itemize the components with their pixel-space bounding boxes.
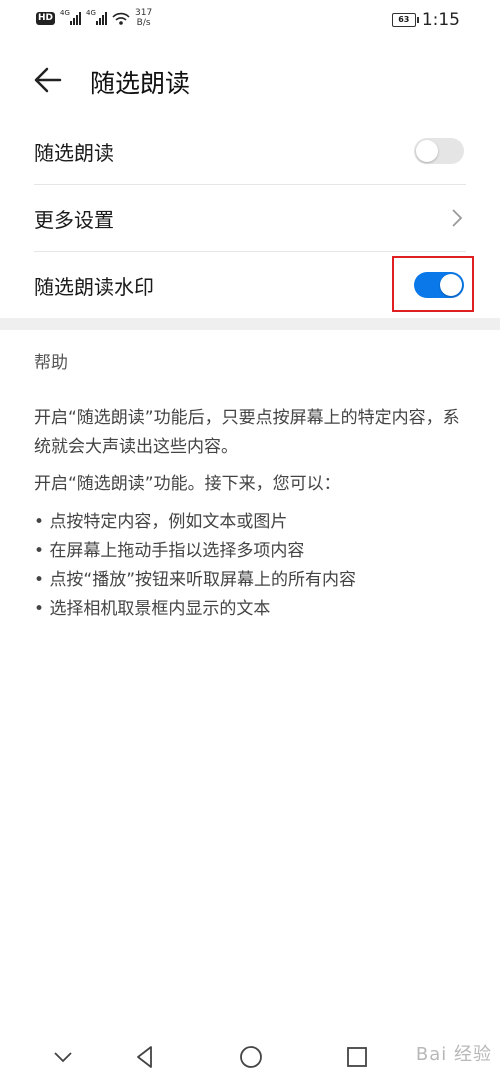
title-bar: 随选朗读 <box>0 50 500 110</box>
nav-back-icon[interactable] <box>130 1042 160 1072</box>
back-arrow-icon[interactable] <box>28 60 68 100</box>
net-speed-value: 317 <box>135 8 153 18</box>
signal-tag: 4G <box>60 9 70 17</box>
highlight-box <box>392 256 474 312</box>
hd-badge: HD <box>36 11 56 25</box>
section-gap <box>0 318 500 330</box>
setting-row-select-to-speak[interactable]: 随选朗读 <box>0 118 500 184</box>
status-bar: HD 4G 4G 317 B/s 63 1:15 <box>0 0 500 44</box>
list-item: 在屏幕上拖动手指以选择多项内容 <box>34 537 474 566</box>
setting-row-more-settings[interactable]: 更多设置 <box>0 185 500 251</box>
list-item: 点按特定内容，例如文本或图片 <box>34 508 474 537</box>
net-speed: 317 B/s <box>135 8 152 28</box>
clock: 1:15 <box>421 10 460 30</box>
setting-label: 随选朗读水印 <box>34 275 154 299</box>
list-item: 点按“播放”按钮来听取屏幕上的所有内容 <box>34 566 474 595</box>
help-paragraph: 开启“随选朗读”功能。接下来，您可以： <box>34 474 341 494</box>
battery-icon: 63 <box>391 13 419 27</box>
setting-label: 随选朗读 <box>34 141 114 165</box>
help-paragraph: 开启“随选朗读”功能后，只要点按屏幕上的特定内容，系统就会大声读出这些内容。 <box>34 408 460 457</box>
help-title: 帮助 <box>34 353 68 373</box>
signal-icon: 4G <box>60 9 82 25</box>
status-right: 63 1:15 <box>391 10 460 30</box>
signal-tag: 4G <box>86 9 96 17</box>
hide-keyboard-icon[interactable] <box>48 1042 78 1072</box>
watermark-text: Bai 经验 <box>415 1044 492 1065</box>
nav-recent-icon[interactable] <box>342 1042 372 1072</box>
page-title: 随选朗读 <box>90 69 191 98</box>
wifi-icon <box>112 12 130 25</box>
chevron-right-icon <box>452 209 463 227</box>
select-to-speak-toggle[interactable] <box>414 138 464 164</box>
help-bullets: 点按特定内容，例如文本或图片 在屏幕上拖动手指以选择多项内容 点按“播放”按钮来… <box>34 508 474 624</box>
list-item: 选择相机取景框内显示的文本 <box>34 595 474 624</box>
status-left: HD 4G 4G 317 B/s <box>36 8 152 28</box>
nav-home-icon[interactable] <box>236 1042 266 1072</box>
net-speed-unit: B/s <box>136 18 151 28</box>
signal-icon: 4G <box>86 9 108 25</box>
setting-label: 更多设置 <box>34 208 114 232</box>
